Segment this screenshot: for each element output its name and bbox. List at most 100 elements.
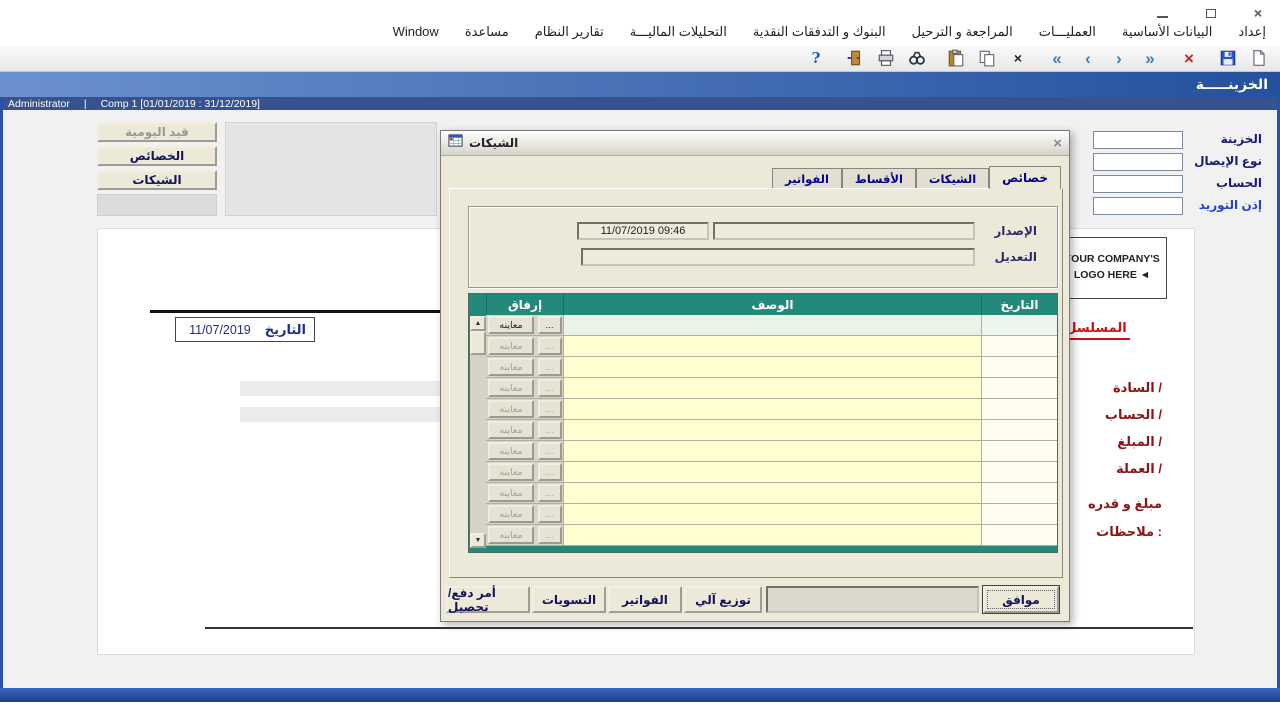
cheques-dialog-icon (448, 133, 463, 153)
date-cell[interactable] (981, 399, 1057, 420)
scroll-up-icon[interactable]: ▲ (470, 316, 486, 331)
exit-icon[interactable] (844, 47, 866, 69)
menu-review-posting[interactable]: المراجعة و الترحيل (912, 24, 1013, 40)
tab-invoices[interactable]: الفواتير (772, 168, 842, 188)
menu-setup[interactable]: إعداد (1238, 24, 1266, 40)
find-icon[interactable] (906, 47, 928, 69)
description-cell[interactable] (563, 525, 981, 546)
date-cell[interactable] (981, 357, 1057, 378)
document-footer-rule (205, 627, 1193, 629)
side-panel-spacer (97, 194, 217, 216)
date-cell[interactable] (981, 525, 1057, 546)
table-row: ... معاينه (469, 462, 1057, 483)
tab-properties[interactable]: خصائص (989, 166, 1061, 189)
preview-button: معاينه (488, 421, 534, 439)
description-cell[interactable] (563, 378, 981, 399)
description-cell[interactable] (563, 420, 981, 441)
cheques-button[interactable]: الشيكات (97, 170, 217, 190)
description-cell[interactable] (563, 315, 981, 336)
menu-banks-cashflows[interactable]: البنوك و التدفقات النقدية (753, 24, 886, 40)
tab-cheques[interactable]: الشيكات (916, 168, 989, 188)
payment-order-button[interactable]: أمر دفع/تحصيل (446, 586, 530, 613)
description-cell[interactable] (563, 399, 981, 420)
preview-button: معاينه (488, 400, 534, 418)
preview-button: معاينه (488, 379, 534, 397)
date-cell[interactable] (981, 504, 1057, 525)
table-scrollbar[interactable]: ▲ ▼ (470, 316, 486, 548)
browse-button[interactable]: ... (538, 316, 562, 334)
description-cell[interactable] (563, 504, 981, 525)
scroll-thumb[interactable] (470, 331, 486, 355)
nav-prev-icon[interactable]: ‹ (1077, 47, 1099, 69)
description-cell[interactable] (563, 483, 981, 504)
menu-financial-analysis[interactable]: التحليلات الماليـــة (630, 24, 727, 40)
scroll-down-icon[interactable]: ▼ (470, 533, 486, 548)
table-row: ... معاينه (469, 336, 1057, 357)
save-icon[interactable] (1217, 47, 1239, 69)
treasury-input[interactable] (1093, 131, 1183, 149)
nav-next-icon[interactable]: › (1108, 47, 1130, 69)
supply-permit-label[interactable]: إذن التوريد (1199, 198, 1262, 212)
menu-window[interactable]: Window (393, 24, 439, 40)
date-cell[interactable] (981, 315, 1057, 336)
description-cell[interactable] (563, 462, 981, 483)
table-row: ... معاينه (469, 315, 1057, 336)
nav-first-icon[interactable]: « (1046, 47, 1068, 69)
help-icon[interactable]: ? (805, 47, 827, 69)
table-row: ... معاينه (469, 504, 1057, 525)
issue-row: الإصدار 11/07/2019 09:46 (469, 222, 1057, 240)
menu-help[interactable]: مساعدة (465, 24, 509, 40)
party-value-placeholder (240, 381, 440, 396)
close-icon[interactable]: × (1254, 6, 1262, 20)
date-cell[interactable] (981, 420, 1057, 441)
dialog-titlebar[interactable]: الشيكات × (441, 131, 1069, 156)
minimize-icon[interactable] (1157, 8, 1168, 18)
paste-icon[interactable] (945, 47, 967, 69)
date-cell[interactable] (981, 378, 1057, 399)
browse-button: ... (538, 358, 562, 376)
column-header-description: الوصف (563, 294, 981, 315)
nav-last-icon[interactable]: » (1139, 47, 1161, 69)
date-cell[interactable] (981, 462, 1057, 483)
logo-line1: YOUR COMPANY'S (1064, 252, 1160, 268)
table-row: ... معاينه (469, 483, 1057, 504)
receipt-type-input[interactable] (1093, 153, 1183, 171)
description-cell[interactable] (563, 336, 981, 357)
new-document-icon[interactable] (1248, 47, 1270, 69)
cancel-icon[interactable]: × (1178, 47, 1200, 69)
settlements-button[interactable]: التسويات (532, 586, 606, 613)
delete-icon[interactable]: × (1007, 47, 1029, 69)
restore-icon[interactable] (1206, 9, 1216, 18)
invoices-button[interactable]: الفواتير (608, 586, 682, 613)
description-cell[interactable] (563, 441, 981, 462)
logo-line2: LOGO HERE ◄ (1074, 268, 1150, 284)
journal-entry-button[interactable]: قيد اليومية (97, 122, 217, 142)
preview-button[interactable]: معاينه (488, 316, 534, 334)
table-row: ... معاينه (469, 399, 1057, 420)
description-cell[interactable] (563, 357, 981, 378)
menu-master-data[interactable]: البيانات الأساسية (1122, 24, 1212, 40)
account-input[interactable] (1093, 175, 1183, 193)
status-strip: Administrator | Comp 1 [01/01/2019 : 31/… (0, 97, 1280, 110)
print-icon[interactable] (875, 47, 897, 69)
menu-operations[interactable]: العمليـــات (1039, 24, 1096, 40)
date-cell[interactable] (981, 441, 1057, 462)
copy-icon[interactable] (976, 47, 998, 69)
account-row-label: الحساب / (1105, 407, 1162, 423)
preview-button: معاينه (488, 442, 534, 460)
dialog-title: الشيكات (469, 136, 518, 150)
date-cell[interactable] (981, 483, 1057, 504)
column-header-attach: إرفاق (486, 294, 563, 315)
auto-distribute-button[interactable]: توزيع آلي (684, 586, 762, 613)
properties-button[interactable]: الخصائص (97, 146, 217, 166)
modify-label: التعديل (979, 250, 1037, 264)
dialog-close-icon[interactable]: × (1053, 135, 1062, 152)
date-cell[interactable] (981, 336, 1057, 357)
table-row: ... معاينه (469, 441, 1057, 462)
menu-system-reports[interactable]: تقارير النظام (535, 24, 604, 40)
tab-installments[interactable]: الأقساط (842, 168, 916, 188)
ok-button[interactable]: موافق (983, 586, 1059, 613)
header-panel (225, 122, 437, 216)
supply-permit-input[interactable] (1093, 197, 1183, 215)
modify-field (581, 248, 975, 266)
